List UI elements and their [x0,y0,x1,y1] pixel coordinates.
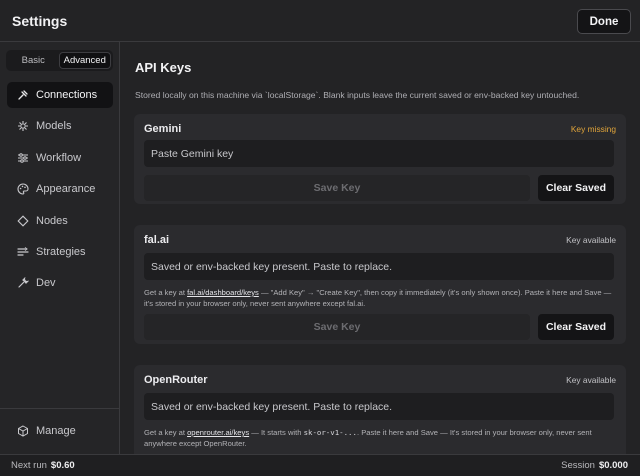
clear-saved-button[interactable]: Clear Saved [538,175,614,201]
sidebar-item-connections[interactable]: Connections [7,82,113,108]
provider-card-gemini: Gemini Key missing Paste Gemini key Save… [134,114,626,204]
hint-text: — It starts with [249,428,304,437]
sidebar-item-workflow[interactable]: Workflow [7,145,113,171]
sidebar-item-manage[interactable]: Manage [7,418,113,444]
session-cost: Session $0.000 [561,460,628,471]
wrench-icon [18,277,29,288]
section-description: Stored locally on this machine via `loca… [135,90,580,100]
connections-icon [18,90,28,100]
key-status-badge: Key missing [570,124,616,134]
workflow-icon [18,152,28,163]
mode-basic-tab[interactable]: Basic [8,52,59,69]
status-footer: Next run $0.60 Session $0.000 [0,454,640,476]
openrouter-keys-link[interactable]: openrouter.ai/keys [187,428,249,437]
sidebar-item-label: Models [36,120,72,133]
palette-icon [17,183,29,195]
sidebar-item-label: Nodes [36,214,68,227]
settings-header: Settings Done [0,0,640,42]
session-label: Session [561,460,595,471]
page-title: Settings [12,13,68,29]
key-status-badge: Key available [566,375,616,385]
sidebar-manage: Manage [7,418,113,449]
provider-name: Gemini [144,123,182,135]
sidebar-item-nodes[interactable]: Nodes [7,208,113,234]
provider-card-openrouter: OpenRouter Key available Saved or env-ba… [134,365,626,454]
sidebar: Basic Advanced Connections Models Workfl… [0,42,120,454]
sidebar-item-label: Dev [36,277,56,290]
save-key-button[interactable]: Save Key [144,314,530,340]
diamond-icon [17,214,29,227]
sidebar-nav: Connections Models Workflow Appearance N… [7,82,113,302]
hint-text: Get a key at [144,428,188,437]
box-icon [18,425,28,437]
sidebar-item-label: Connections [36,89,98,101]
openrouter-key-input[interactable]: Saved or env-backed key present. Paste t… [144,393,614,420]
sidebar-item-models[interactable]: Models [7,113,113,139]
sidebar-item-appearance[interactable]: Appearance [7,176,113,202]
key-prefix-code: sk-or-v1-... [303,428,357,437]
sidebar-item-label: Appearance [36,183,96,196]
models-icon [18,121,28,132]
falai-key-input[interactable]: Saved or env-backed key present. Paste t… [144,253,614,280]
next-run-cost: Next run $0.60 [11,460,75,471]
falai-key-hint: Get a key at fal.ai/dashboard/keys — "Ad… [144,287,616,309]
sidebar-item-label: Workflow [36,151,82,164]
done-button[interactable]: Done [577,9,631,34]
next-run-value: $0.60 [50,460,75,471]
sidebar-item-label: Manage [36,425,76,437]
clear-saved-button[interactable]: Clear Saved [538,314,614,340]
sidebar-item-strategies[interactable]: Strategies [7,239,113,265]
next-run-label: Next run [11,460,47,471]
strategies-icon [17,247,29,256]
falai-dashboard-link[interactable]: fal.ai/dashboard/keys [187,288,259,297]
main-content[interactable]: API Keys Stored locally on this machine … [120,42,640,454]
provider-name: fal.ai [144,234,170,246]
mode-toggle: Basic Advanced [6,50,113,71]
openrouter-key-hint: Get a key at openrouter.ai/keys — It sta… [144,427,616,449]
gemini-key-input[interactable]: Paste Gemini key [144,140,614,167]
save-key-button[interactable]: Save Key [144,175,530,201]
section-title: API Keys [135,60,192,75]
mode-advanced-tab[interactable]: Advanced [58,52,111,69]
sidebar-item-label: Strategies [36,245,86,258]
sidebar-item-dev[interactable]: Dev [7,270,113,296]
provider-card-falai: fal.ai Key available Saved or env-backed… [134,225,626,344]
session-value: $0.000 [598,460,628,471]
sidebar-divider [0,408,119,409]
hint-text: Get a key at [144,288,188,297]
provider-name: OpenRouter [144,374,208,386]
key-status-badge: Key available [566,235,616,245]
